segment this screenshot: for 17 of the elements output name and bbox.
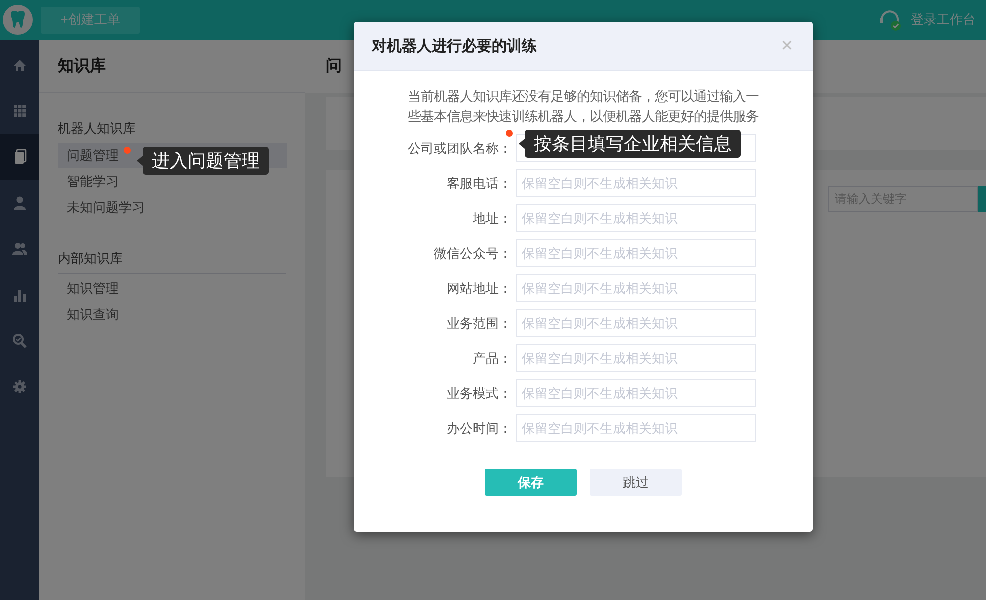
group-heading: 内部知识库 [58,249,286,274]
group-heading: 机器人知识库 [58,120,136,138]
field-label: 地址： [473,210,512,226]
sidebar-title: 知识库 [58,56,106,76]
dialog-description: 当前机器人知识库还没有足够的知识储备，您可以通过输入一些基本信息来快速训练机器人，以便机器人能更好的提供服务 [407,88,760,126]
page-title: 问 [326,56,342,77]
field-label: 业务范围： [447,314,512,332]
annotation-tooltip: 进入问题管理 [143,147,269,175]
field-label: 公司或团队名称： [408,140,512,156]
field-label: 网站地址： [447,280,512,296]
dialog-title: 对机器人进行必要的训练 [372,36,538,56]
field-label: 客服电话： [447,174,512,192]
field-label: 办公时间： [447,420,512,436]
field-label: 业务模式： [447,384,512,402]
field-label: 产品： [473,350,512,366]
annotation-tooltip: 按条目填写企业相关信息 [525,130,741,158]
field-label: 微信公众号： [434,244,512,262]
